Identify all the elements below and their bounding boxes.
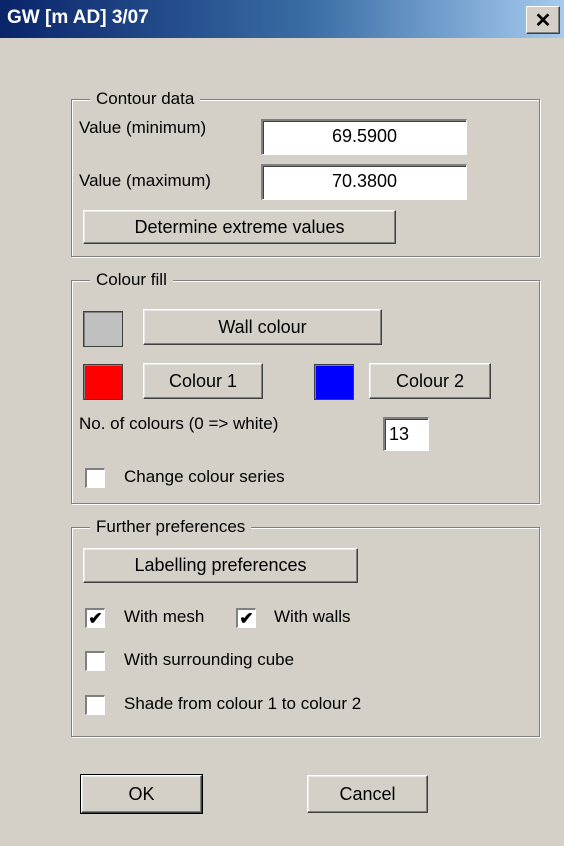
determine-extreme-values-button[interactable]: Determine extreme values [83,210,396,244]
change-series-checkbox[interactable] [85,468,105,488]
with-mesh-checkbox[interactable]: ✔ [85,608,105,628]
window-title: GW [m AD] 3/07 [7,7,149,28]
colour1-button[interactable]: Colour 1 [143,363,263,399]
shade-checkbox[interactable] [85,695,105,715]
wall-colour-swatch[interactable] [83,311,123,347]
min-value-label: Value (minimum) [79,118,207,137]
cancel-button[interactable]: Cancel [307,775,428,813]
further-preferences-legend: Further preferences [90,517,252,537]
surrounding-cube-label: With surrounding cube [124,650,295,669]
with-walls-checkbox[interactable]: ✔ [236,608,256,628]
colour2-swatch[interactable] [314,364,354,400]
change-series-label: Change colour series [124,467,285,486]
wall-colour-button[interactable]: Wall colour [143,309,382,345]
max-value-label: Value (maximum) [79,171,211,190]
num-colours-field[interactable]: 13 [383,417,429,451]
further-preferences-group: Further preferences Labelling preference… [71,517,540,737]
colour-fill-group: Colour fill Wall colour Colour 1 Colour … [71,270,540,504]
contour-data-group: Contour data Value (minimum) 69.5900 Val… [71,89,540,257]
with-walls-label: With walls [274,607,351,626]
num-colours-label: No. of colours (0 => white) [79,414,279,433]
max-value-field[interactable]: 70.3800 [261,164,467,200]
shade-label: Shade from colour 1 to colour 2 [124,694,362,713]
colour-fill-legend: Colour fill [90,270,173,290]
close-icon: ✕ [534,9,552,32]
contour-data-legend: Contour data [90,89,201,109]
colour1-swatch[interactable] [83,364,123,400]
ok-button[interactable]: OK [80,774,203,814]
surrounding-cube-checkbox[interactable] [85,651,105,671]
close-button[interactable]: ✕ [526,6,560,34]
colour2-button[interactable]: Colour 2 [369,363,491,399]
with-mesh-label: With mesh [124,607,205,626]
min-value-field[interactable]: 69.5900 [261,119,467,155]
labelling-preferences-button[interactable]: Labelling preferences [83,548,358,583]
title-bar: GW [m AD] 3/07 ✕ [0,0,564,38]
